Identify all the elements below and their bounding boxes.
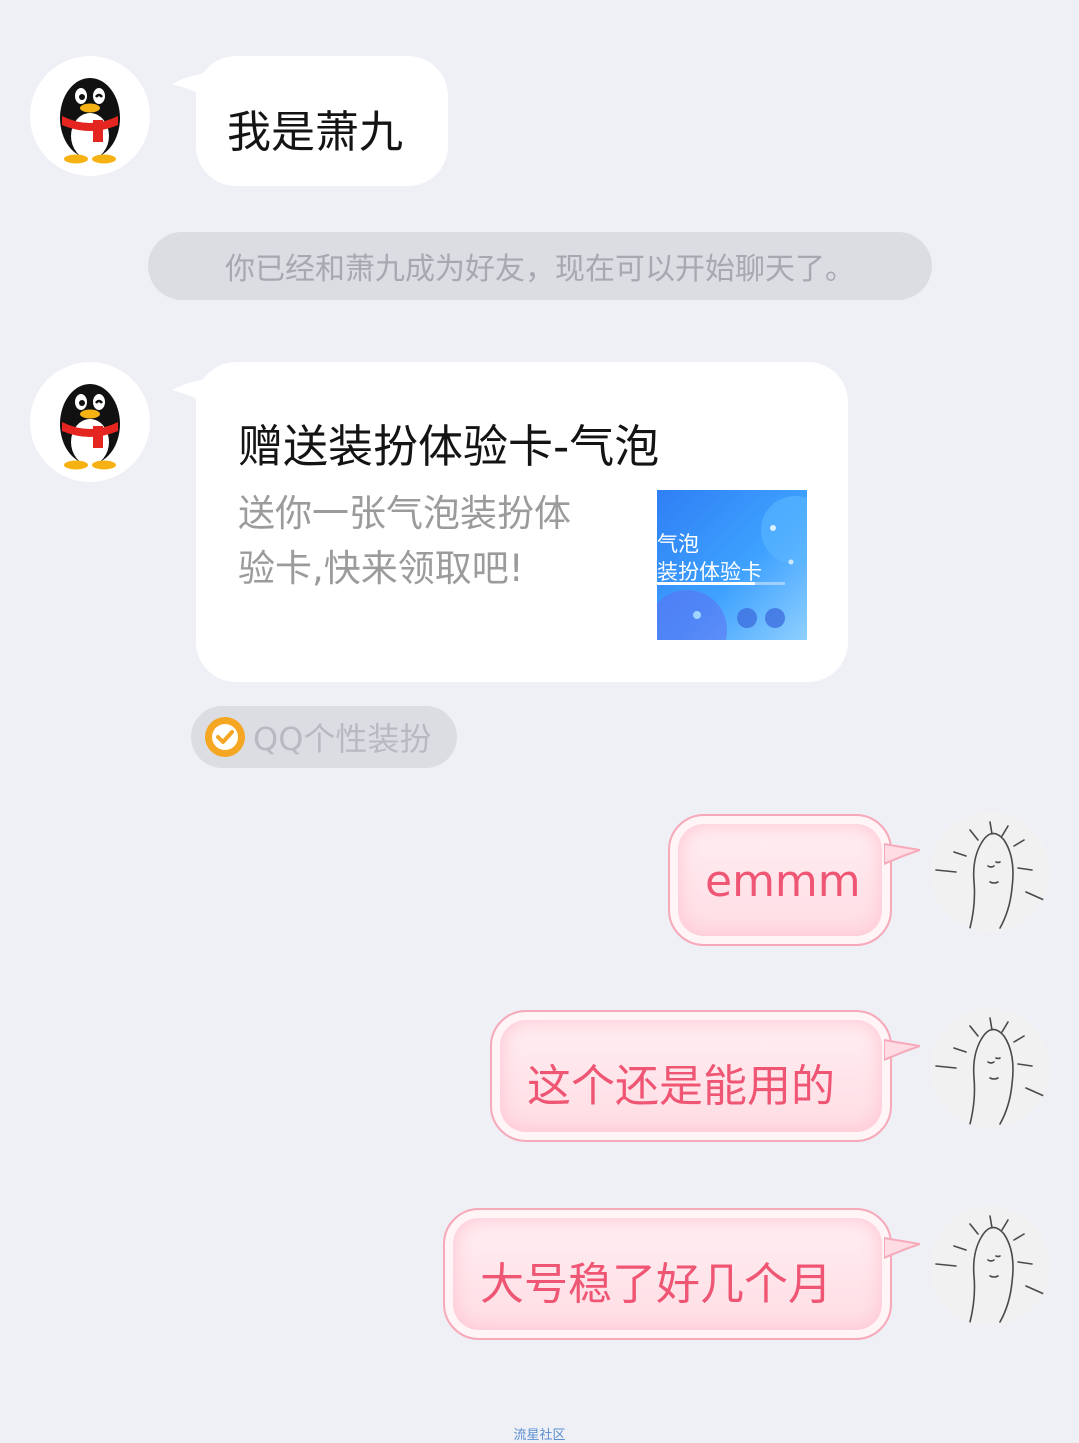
- contact-avatar[interactable]: [30, 56, 150, 176]
- bubble-tail: [172, 378, 212, 406]
- thumbnail-subtitle: 装扮体验卡: [657, 560, 762, 584]
- bubble-tail: [172, 72, 212, 100]
- bubble-tail: [884, 1236, 920, 1260]
- card-thumbnail[interactable]: 气泡 装扮体验卡: [657, 490, 807, 640]
- source-label: QQ个性装扮: [253, 720, 432, 758]
- my-avatar[interactable]: [930, 1008, 1050, 1128]
- message-text: 这个还是能用的: [527, 1061, 835, 1112]
- contact-avatar[interactable]: [30, 362, 150, 482]
- sketch-portrait-icon: [935, 1215, 1045, 1323]
- bubble-tail: [884, 1038, 920, 1062]
- thumbnail-title: 气泡: [657, 532, 699, 556]
- message-text: emmm: [705, 856, 861, 907]
- sketch-portrait-icon: [935, 1017, 1045, 1125]
- qq-penguin-icon: [60, 78, 120, 164]
- card-description-line: 送你一张气泡装扮体: [238, 492, 571, 535]
- outgoing-message-bubble[interactable]: 大号稳了好几个月: [443, 1208, 920, 1340]
- card-description: 送你一张气泡装扮体 验卡,快来领取吧!: [238, 486, 571, 596]
- qq-penguin-icon: [60, 384, 120, 470]
- card-source-tag[interactable]: QQ个性装扮: [191, 706, 457, 768]
- message-text: 我是萧九: [227, 107, 403, 158]
- incoming-message-bubble[interactable]: 我是萧九: [172, 56, 448, 186]
- verified-badge-icon: [205, 717, 245, 757]
- message-text: 大号稳了好几个月: [480, 1259, 832, 1310]
- outgoing-message-bubble[interactable]: 这个还是能用的: [490, 1010, 920, 1142]
- bubble-tail: [884, 842, 920, 866]
- watermark: 流星社区: [513, 1428, 566, 1443]
- my-avatar[interactable]: [930, 1206, 1050, 1326]
- outgoing-message-bubble[interactable]: emmm: [668, 814, 920, 946]
- card-title: 赠送装扮体验卡-气泡: [238, 420, 660, 473]
- card-description-line: 验卡,快来领取吧!: [238, 547, 524, 590]
- my-avatar[interactable]: [930, 812, 1050, 932]
- sketch-portrait-icon: [935, 821, 1045, 929]
- system-notice: 你已经和萧九成为好友，现在可以开始聊天了。: [148, 232, 932, 300]
- gift-card-message[interactable]: 赠送装扮体验卡-气泡 送你一张气泡装扮体 验卡,快来领取吧! 气泡 装扮体验卡: [172, 362, 848, 682]
